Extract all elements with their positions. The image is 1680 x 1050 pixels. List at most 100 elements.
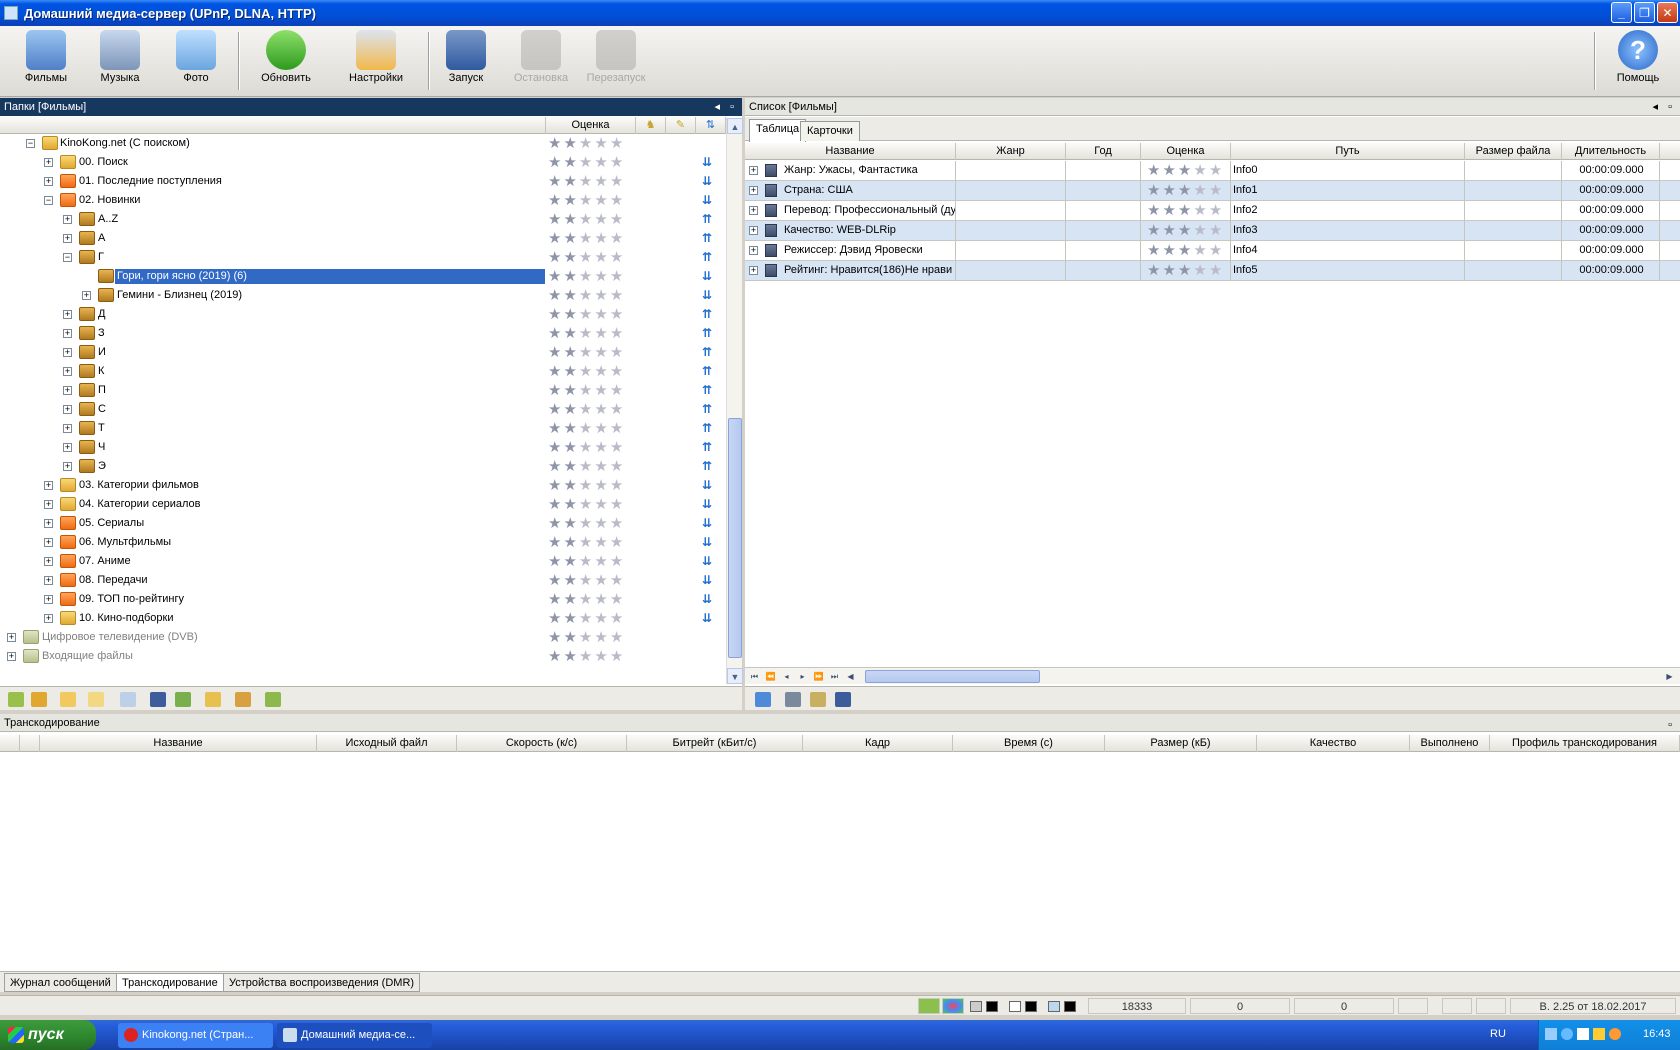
table-row[interactable]: + Качество: WEB-DLRip ★ ★ ★ ★ ★ Info3 00:00:… (745, 221, 1680, 241)
scroll-left-icon[interactable]: ◀ (843, 669, 858, 684)
col-name[interactable]: Название (745, 143, 956, 160)
grid-icon[interactable] (120, 692, 136, 707)
rating-stars[interactable]: ★ ★ ★ ★ ★ (548, 269, 623, 284)
scrollbar-thumb[interactable] (728, 418, 742, 658)
rating-stars[interactable]: ★ ★ ★ ★ ★ (548, 212, 623, 227)
settings-button[interactable]: Настройки (338, 30, 414, 94)
tree-node[interactable]: + 05. Сериалы ★ ★ ★ ★ ★ ⇊ (0, 514, 726, 533)
tree-node[interactable]: + 06. Мультфильмы ★ ★ ★ ★ ★ ⇊ (0, 533, 726, 552)
rating-stars[interactable]: ★ ★ ★ ★ ★ (548, 288, 623, 303)
scroll-down-icon[interactable]: ▼ (727, 668, 743, 684)
add-folder-icon[interactable] (8, 692, 24, 707)
rating-stars[interactable]: ★ ★ ★ ★ ★ (548, 231, 623, 246)
table-row[interactable]: + Страна: США ★ ★ ★ ★ ★ Info1 00:00:09.000 (745, 181, 1680, 201)
folders-vertical-scrollbar[interactable]: ▲ ▼ (726, 118, 743, 684)
start-server-button[interactable]: Запуск (428, 30, 504, 94)
rating-stars[interactable]: ★ ★ ★ ★ ★ (1147, 163, 1222, 178)
start-button[interactable]: пуск (0, 1020, 96, 1050)
network-icon[interactable] (918, 998, 940, 1014)
films-button[interactable]: Фильмы (8, 30, 84, 94)
tree-node[interactable]: − 02. Новинки ★ ★ ★ ★ ★ ⇊ (0, 191, 726, 210)
rating-stars[interactable]: ★ ★ ★ ★ ★ (548, 554, 623, 569)
tray-volume-icon[interactable] (1609, 1028, 1621, 1040)
color-icon[interactable] (942, 998, 964, 1014)
tree-node[interactable]: + Ч ★ ★ ★ ★ ★ ⇈ (0, 438, 726, 457)
tree-node[interactable]: + 03. Категории фильмов ★ ★ ★ ★ ★ ⇊ (0, 476, 726, 495)
horizontal-scrollbar-thumb[interactable] (865, 670, 1040, 683)
tray-security-icon[interactable] (1593, 1028, 1605, 1040)
rating-stars[interactable]: ★ ★ ★ ★ ★ (548, 611, 623, 626)
tree-node[interactable]: + С ★ ★ ★ ★ ★ ⇈ (0, 400, 726, 419)
rating-stars[interactable]: ★ ★ ★ ★ ★ (548, 535, 623, 550)
col-source-file[interactable]: Исходный файл (317, 735, 457, 752)
col-profile[interactable]: Профиль транскодирования (1490, 735, 1680, 752)
rating-stars[interactable]: ★ ★ ★ ★ ★ (548, 155, 623, 170)
col-bitrate[interactable]: Битрейт (кБит/с) (627, 735, 803, 752)
tree-node[interactable]: + Гемини - Близнец (2019) ★ ★ ★ ★ ★ ⇊ (0, 286, 726, 305)
col-path[interactable]: Путь (1231, 143, 1465, 160)
col-frame[interactable]: Кадр (803, 735, 953, 752)
rating-stars[interactable]: ★ ★ ★ ★ ★ (548, 193, 623, 208)
rating-stars[interactable]: ★ ★ ★ ★ ★ (548, 649, 623, 664)
rating-stars[interactable]: ★ ★ ★ ★ ★ (548, 307, 623, 322)
rating-stars[interactable]: ★ ★ ★ ★ ★ (1147, 183, 1222, 198)
rating-stars[interactable]: ★ ★ ★ ★ ★ (1147, 203, 1222, 218)
col-sort-icon[interactable]: ⇅ (696, 117, 726, 134)
tree-node[interactable]: + Д ★ ★ ★ ★ ★ ⇈ (0, 305, 726, 324)
tab-dmr-devices[interactable]: Устройства воспроизведения (DMR) (223, 973, 421, 992)
table-row[interactable]: + Жанр: Ужасы, Фантастика ★ ★ ★ ★ ★ Info0 00… (745, 161, 1680, 181)
tab-cards[interactable]: Карточки (800, 121, 860, 141)
copy-icon[interactable] (785, 692, 801, 707)
tree-node[interactable]: + К ★ ★ ★ ★ ★ ⇈ (0, 362, 726, 381)
taskbar-item-media-server[interactable]: Домашний медиа-се... (277, 1023, 432, 1048)
save-icon[interactable] (835, 692, 851, 707)
rating-stars[interactable]: ★ ★ ★ ★ ★ (548, 440, 623, 455)
cloud-icon[interactable] (88, 692, 104, 707)
last-record-icon[interactable]: ⏭ (827, 669, 842, 684)
edit-icon[interactable] (810, 692, 826, 707)
col-name[interactable]: Название (40, 735, 317, 752)
window-title-bar[interactable]: Домашний медиа-сервер (UPnP, DLNA, HTTP)… (0, 0, 1680, 26)
tree-node[interactable]: + З ★ ★ ★ ★ ★ ⇈ (0, 324, 726, 343)
restart-server-button[interactable]: Перезапуск (578, 30, 654, 94)
prev-record-icon[interactable]: ◂ (779, 669, 794, 684)
rating-stars[interactable]: ★ ★ ★ ★ ★ (548, 516, 623, 531)
rating-stars[interactable]: ★ ★ ★ ★ ★ (1147, 263, 1222, 278)
rating-stars[interactable]: ★ ★ ★ ★ ★ (548, 459, 623, 474)
col-done[interactable]: Выполнено (1410, 735, 1490, 752)
col-quality[interactable]: Качество (1257, 735, 1410, 752)
tree-node-selected[interactable]: Гори, гори ясно (2019) (6) ★ ★ ★ ★ ★ ⇊ (0, 267, 726, 286)
col-filesize[interactable]: Размер файла (1465, 143, 1562, 160)
tree-node[interactable]: + 01. Последние поступления ★ ★ ★ ★ ★ ⇊ (0, 172, 726, 191)
save-icon[interactable] (150, 692, 166, 707)
rating-stars[interactable]: ★ ★ ★ ★ ★ (548, 630, 623, 645)
close-button[interactable]: ✕ (1657, 2, 1678, 23)
tree-node[interactable]: − Г ★ ★ ★ ★ ★ ⇈ (0, 248, 726, 267)
scroll-up-icon[interactable]: ▲ (727, 118, 743, 134)
next-record-icon[interactable]: ▸ (795, 669, 810, 684)
tree-node[interactable]: + Э ★ ★ ★ ★ ★ ⇈ (0, 457, 726, 476)
rating-stars[interactable]: ★ ★ ★ ★ ★ (548, 136, 623, 151)
rating-stars[interactable]: ★ ★ ★ ★ ★ (548, 383, 623, 398)
col-genre[interactable]: Жанр (956, 143, 1066, 160)
col-speed[interactable]: Скорость (к/с) (457, 735, 627, 752)
refresh-button[interactable]: Обновить (248, 30, 324, 94)
tree-node[interactable]: + Входящие файлы ★ ★ ★ ★ ★ (0, 647, 726, 666)
table-row[interactable]: + Режиссер: Дэвид Яровески ★ ★ ★ ★ ★ Info4 0… (745, 241, 1680, 261)
tab-messages-log[interactable]: Журнал сообщений (4, 973, 117, 992)
people-icon[interactable] (235, 692, 251, 707)
pin-icon[interactable]: ▫ (730, 98, 734, 116)
rating-stars[interactable]: ★ ★ ★ ★ ★ (548, 364, 623, 379)
rating-stars[interactable]: ★ ★ ★ ★ ★ (548, 478, 623, 493)
col-size[interactable]: Размер (кБ) (1105, 735, 1257, 752)
taskbar-item-browser[interactable]: Kinokong.net (Стран... (118, 1023, 273, 1048)
tree-node[interactable]: + Т ★ ★ ★ ★ ★ ⇈ (0, 419, 726, 438)
language-indicator[interactable]: RU (1490, 1028, 1506, 1040)
col-rating[interactable]: Оценка (1141, 143, 1231, 160)
rating-stars[interactable]: ★ ★ ★ ★ ★ (548, 573, 623, 588)
tree-node[interactable]: + 08. Передачи ★ ★ ★ ★ ★ ⇊ (0, 571, 726, 590)
tree-node[interactable]: + 09. ТОП по-рейтингу ★ ★ ★ ★ ★ ⇊ (0, 590, 726, 609)
col-year[interactable]: Год (1066, 143, 1141, 160)
collapse-panel-icon[interactable]: ◂ (1652, 98, 1658, 116)
rating-stars[interactable]: ★ ★ ★ ★ ★ (1147, 243, 1222, 258)
